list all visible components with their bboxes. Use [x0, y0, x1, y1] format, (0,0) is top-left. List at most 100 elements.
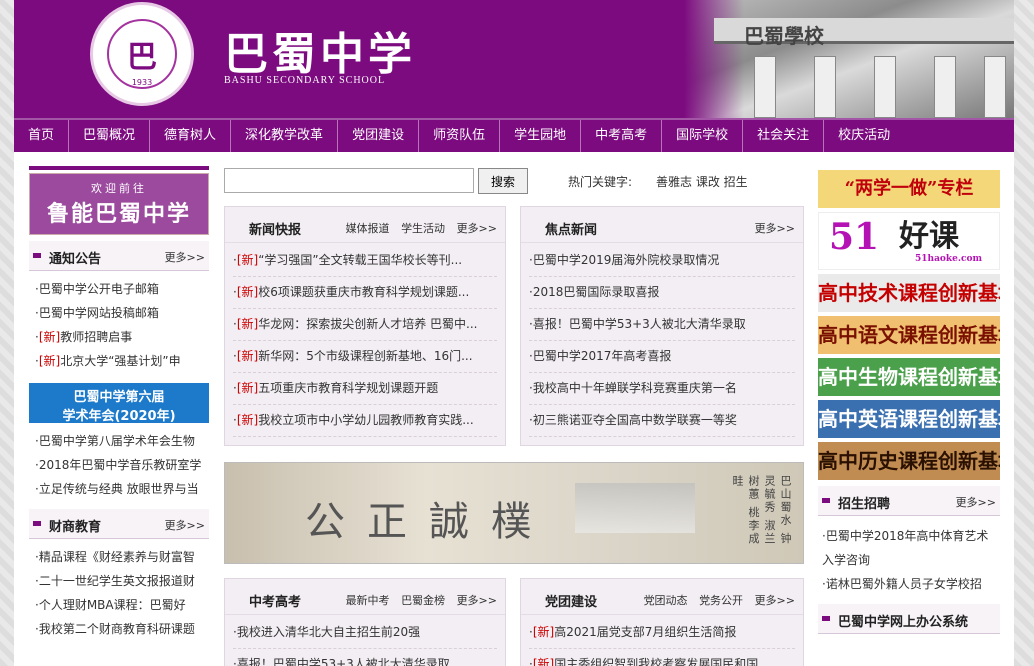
list-item[interactable]: ·巴蜀中学第八届学术年会生物	[35, 429, 203, 453]
list-item[interactable]: ·诺林巴蜀外籍人员子女学校招	[822, 572, 996, 596]
finance-list: ·精品课程《财经素养与财富智 ·二十一世纪学生英文报报道财 ·个人理财MBA课程…	[29, 539, 209, 647]
welcome-line2: 鲁能巴蜀中学	[46, 201, 191, 227]
bullet-icon	[822, 616, 830, 621]
search-button[interactable]: 搜索	[478, 168, 528, 194]
chinese-base-banner[interactable]: 高中语文课程创新基地	[818, 316, 1000, 354]
nav-overview[interactable]: 巴蜀概况	[69, 120, 151, 152]
list-item[interactable]: ·[新]高2021届党支部7月组织生活简报	[529, 617, 795, 649]
notice-more-link[interactable]: 更多>>	[165, 249, 205, 265]
list-item[interactable]: ·喜报！巴蜀中学53+3人被北大清华录取	[233, 649, 497, 666]
list-item[interactable]: ·喜报！巴蜀中学53+3人被北大清华录取	[529, 309, 795, 341]
news-activity-link[interactable]: 学生活动	[401, 222, 445, 235]
photo-sign-text: 巴蜀學校	[744, 24, 824, 48]
enroll-title: 招生招聘	[838, 497, 891, 512]
list-item[interactable]: ·巴蜀中学2017年高考喜报	[529, 341, 795, 373]
party-public-link[interactable]: 党务公开	[699, 594, 743, 607]
list-item[interactable]: ·个人理财MBA课程：巴蜀好	[35, 593, 203, 617]
list-item[interactable]: 入学咨询	[822, 548, 996, 572]
list-item[interactable]: ·巴蜀中学网站投稿邮箱	[35, 301, 203, 325]
list-item[interactable]: ·[新]“学习强国”全文转载王国华校长等刊...	[233, 245, 497, 277]
haoke-banner[interactable]: 51 好课 51haoke.com	[818, 212, 1000, 270]
list-item[interactable]: ·2018巴蜀国际录取喜报	[529, 277, 795, 309]
right-column: “两学一做”专栏 51 好课 51haoke.com 高中技术课程创新基地 高中…	[818, 166, 1000, 634]
office-header: 巴蜀中学网上办公系统	[818, 604, 1000, 634]
list-item[interactable]: ·[新]北京大学“强基计划”申	[35, 349, 203, 373]
hot-keywords[interactable]: 善雅志 课改 招生	[656, 173, 748, 190]
party-panel: 党团建设 党团动态 党务公开 更多>> ·[新]高2021届党支部7月组织生活简…	[520, 578, 804, 666]
news-list: ·[新]“学习强国”全文转载王国华校长等刊... ·[新]校6项课题获重庆市教育…	[225, 243, 505, 439]
enroll-more-link[interactable]: 更多>>	[956, 494, 996, 510]
notice-list: ·巴蜀中学公开电子邮箱 ·巴蜀中学网站投稿邮箱 ·[新]教师招聘启事 ·[新]北…	[29, 271, 209, 379]
search-bar: 搜索 热门关键字: 善雅志 课改 招生	[224, 166, 804, 194]
nav-home[interactable]: 首页	[14, 120, 70, 152]
nav-international[interactable]: 国际学校	[662, 120, 744, 152]
history-base-banner[interactable]: 高中历史课程创新基地	[818, 442, 1000, 480]
list-item[interactable]: ·[新]校6项课题获重庆市教育科学规划课题...	[233, 277, 497, 309]
office-title[interactable]: 巴蜀中学网上办公系统	[838, 611, 968, 630]
news-panel: 新闻快报 媒体报道 学生活动 更多>> ·[新]“学习强国”全文转载王国华校长等…	[224, 206, 506, 446]
list-item[interactable]: ·[新]国主委组织智到我校考察发展国民和国	[529, 649, 795, 666]
biology-base-banner[interactable]: 高中生物课程创新基地	[818, 358, 1000, 396]
list-item[interactable]: ·我校进入清华北大自主招生前20强	[233, 617, 497, 649]
party-list: ·[新]高2021届党支部7月组织生活简报 ·[新]国主委组织智到我校考察发展国…	[521, 615, 803, 666]
news-more-link[interactable]: 更多>>	[457, 222, 497, 235]
finance-header: 财商教育 更多>>	[29, 509, 209, 539]
list-item[interactable]: ·[新]五项重庆市教育科学规划课题开题	[233, 373, 497, 405]
nav-anniversary[interactable]: 校庆活动	[824, 120, 904, 152]
list-item[interactable]: ·[新]我校立项市中小学幼儿园教师教育实践...	[233, 405, 497, 437]
english-base-banner[interactable]: 高中英语课程创新基地	[818, 400, 1000, 438]
hot-keywords-label: 热门关键字:	[568, 175, 633, 189]
welcome-banner[interactable]: 欢迎前往 鲁能巴蜀中学	[29, 173, 209, 235]
enroll-header: 招生招聘 更多>>	[818, 486, 1000, 516]
nav-teachers[interactable]: 师资队伍	[419, 120, 501, 152]
search-input[interactable]	[224, 168, 474, 193]
nav-students[interactable]: 学生园地	[500, 120, 582, 152]
nav-exams[interactable]: 中考高考	[581, 120, 663, 152]
school-name-en: BASHU SECONDARY SCHOOL	[224, 75, 386, 86]
party-more-link[interactable]: 更多>>	[755, 594, 795, 607]
news-title: 新闻快报	[249, 223, 302, 238]
exam-more-link[interactable]: 更多>>	[457, 594, 497, 607]
nav-society[interactable]: 社会关注	[743, 120, 825, 152]
list-item[interactable]: ·巴蜀中学公开电子邮箱	[35, 277, 203, 301]
list-item[interactable]: ·[新]华龙网：探索拔尖创新人才培养 巴蜀中...	[233, 309, 497, 341]
site-container: 巴 1933 巴蜀中学 BASHU SECONDARY SCHOOL 巴蜀學校 …	[14, 0, 1014, 666]
welcome-line1: 欢迎前往	[91, 182, 147, 195]
exam-title: 中考高考	[249, 595, 302, 610]
list-item[interactable]: ·巴蜀中学2019届海外院校录取情况	[529, 245, 795, 277]
exam-latest-link[interactable]: 最新中考	[346, 594, 390, 607]
party-news-link[interactable]: 党团动态	[644, 594, 688, 607]
nav-moral[interactable]: 德育树人	[150, 120, 232, 152]
list-item[interactable]: ·我校高中十年蝉联学科竞赛重庆第一名	[529, 373, 795, 405]
main-nav: 首页 巴蜀概况 德育树人 深化教学改革 党团建设 师资队伍 学生园地 中考高考 …	[14, 118, 1014, 152]
school-logo[interactable]: 巴 1933	[90, 2, 194, 106]
exam-list: ·我校进入清华北大自主招生前20强 ·喜报！巴蜀中学53+3人被北大清华录取	[225, 615, 505, 666]
logo-year: 1933	[131, 78, 153, 87]
conference-list: ·巴蜀中学第八届学术年会生物 ·2018年巴蜀中学音乐教研室学 ·立足传统与经典…	[29, 423, 209, 507]
list-item[interactable]: ·巴蜀中学2018年高中体育艺术	[822, 524, 996, 548]
middle-column: 搜索 热门关键字: 善雅志 课改 招生 新闻快报 媒体报道 学生活动 更多>> …	[224, 166, 804, 666]
nav-reform[interactable]: 深化教学改革	[231, 120, 339, 152]
list-item[interactable]: ·立足传统与经典 放眼世界与当	[35, 477, 203, 501]
list-item[interactable]: ·2018年巴蜀中学音乐教研室学	[35, 453, 203, 477]
focus-panel: 焦点新闻 更多>> ·巴蜀中学2019届海外院校录取情况 ·2018巴蜀国际录取…	[520, 206, 804, 446]
focus-more-link[interactable]: 更多>>	[755, 222, 795, 235]
list-item[interactable]: ·二十一世纪学生英文报报道财	[35, 569, 203, 593]
list-item[interactable]: ·我校第二个财商教育科研课题	[35, 617, 203, 641]
conference-banner[interactable]: 巴蜀中学第六届 学术年会(2020年)	[29, 383, 209, 424]
haoke-logo-text: 好课	[899, 219, 959, 254]
haoke-logo-number: 51	[829, 216, 880, 258]
tech-base-banner[interactable]: 高中技术课程创新基地	[818, 274, 1000, 312]
list-item[interactable]: ·[新]教师招聘启事	[35, 325, 203, 349]
bullet-icon	[33, 253, 41, 258]
list-item[interactable]: ·精品课程《财经素养与财富智	[35, 545, 203, 569]
two-studies-banner[interactable]: “两学一做”专栏	[818, 170, 1000, 208]
notice-title: 通知公告	[49, 252, 102, 267]
list-item[interactable]: ·[新]新华网：5个市级课程创新基地、16门...	[233, 341, 497, 373]
haoke-domain: 51haoke.com	[915, 254, 983, 264]
nav-party[interactable]: 党团建设	[338, 120, 420, 152]
list-item[interactable]: ·初三熊诺亚夺全国高中数学联赛一等奖	[529, 405, 795, 437]
finance-more-link[interactable]: 更多>>	[165, 517, 205, 533]
news-media-link[interactable]: 媒体报道	[346, 222, 390, 235]
exam-honor-link[interactable]: 巴蜀金榜	[401, 594, 445, 607]
